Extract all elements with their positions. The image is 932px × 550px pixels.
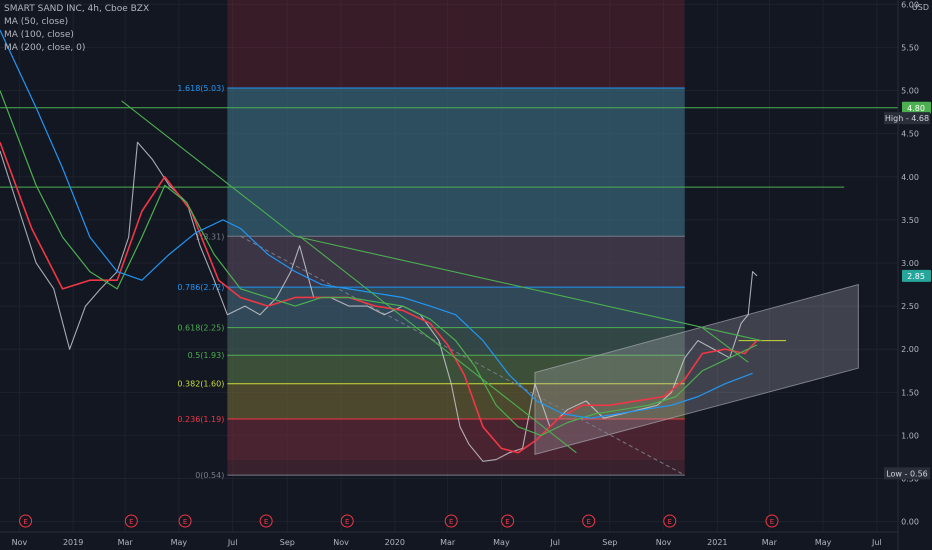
y-tick-label: 1.00 [901,431,919,440]
earnings-event-label: E [449,518,453,526]
fib-level-label: 0.236(1.19) [177,415,224,424]
earnings-event-label: E [668,518,672,526]
y-tick-label: 0.00 [901,518,919,527]
x-tick-label: May [493,538,510,547]
price-chart[interactable]: 1.618(5.03)1(3.31)0.786(2.72)0.618(2.25)… [0,0,932,550]
fib-zone [227,236,685,288]
y-tick-label: 5.50 [901,43,919,52]
x-tick-label: Sep [280,538,295,547]
x-tick-label: Nov [12,538,28,547]
legend-ma100[interactable]: MA (100, close) [4,29,149,42]
x-tick-label: Nov [333,538,349,547]
y-tick-label: 5.00 [901,87,919,96]
fib-level-label: 1.618(5.03) [177,84,224,93]
earnings-event-label: E [23,518,27,526]
price-label-text: 2.85 [907,272,925,281]
chart-root: 1.618(5.03) 1(3.31) 0.786(2.72) 0.618(2.25)… [0,0,932,550]
y-tick-label: 2.50 [901,302,919,311]
earnings-event-label: E [183,518,187,526]
fib-zone [227,287,685,328]
fib-level-label: 0.382(1.60) [177,380,224,389]
x-tick-label: Sep [602,538,617,547]
chart-title[interactable]: SMART SAND INC, 4h, Cboe BZX [4,3,149,16]
x-tick-label: Jul [871,538,882,547]
y-tick-label: 4.50 [901,130,919,139]
extreme-label-text: High - 4.68 [885,114,929,123]
fib-zone [227,87,685,237]
x-tick-label: Mar [762,538,778,547]
currency-label: USD [912,3,929,12]
extreme-label-text: Low - 0.56 [886,469,928,478]
x-tick-label: 2019 [63,538,83,547]
earnings-event-label: E [505,518,509,526]
x-tick-label: Mar [440,538,456,547]
y-tick-label: 1.50 [901,388,919,397]
x-tick-label: Jul [227,538,238,547]
price-label-text: 4.80 [907,104,925,113]
x-tick-label: 2020 [385,538,405,547]
x-tick-label: Jul [549,538,560,547]
x-tick-label: May [815,538,832,547]
y-tick-label: 3.50 [901,216,919,225]
legend-ma50[interactable]: MA (50, close) [4,16,149,29]
y-tick-label: 2.00 [901,345,919,354]
y-tick-label: 4.00 [901,173,919,182]
earnings-event-label: E [264,518,268,526]
x-tick-label: Mar [118,538,134,547]
fib-level-label: 0.618(2.25) [177,324,224,333]
earnings-event-label: E [770,518,774,526]
x-tick-label: Nov [656,538,672,547]
earnings-event-label: E [345,518,349,526]
fib-level-label: 0(0.54) [195,471,224,480]
earnings-event-label: E [586,518,590,526]
chart-legend: SMART SAND INC, 4h, Cboe BZX MA (50, clo… [4,3,149,55]
y-tick-label: 3.00 [901,259,919,268]
x-tick-label: May [171,538,188,547]
x-tick-label: 2021 [707,538,727,547]
earnings-event-label: E [129,518,133,526]
legend-ma200[interactable]: MA (200, close, 0) [4,42,149,55]
fib-level-label: 0.5(1.93) [188,351,225,360]
